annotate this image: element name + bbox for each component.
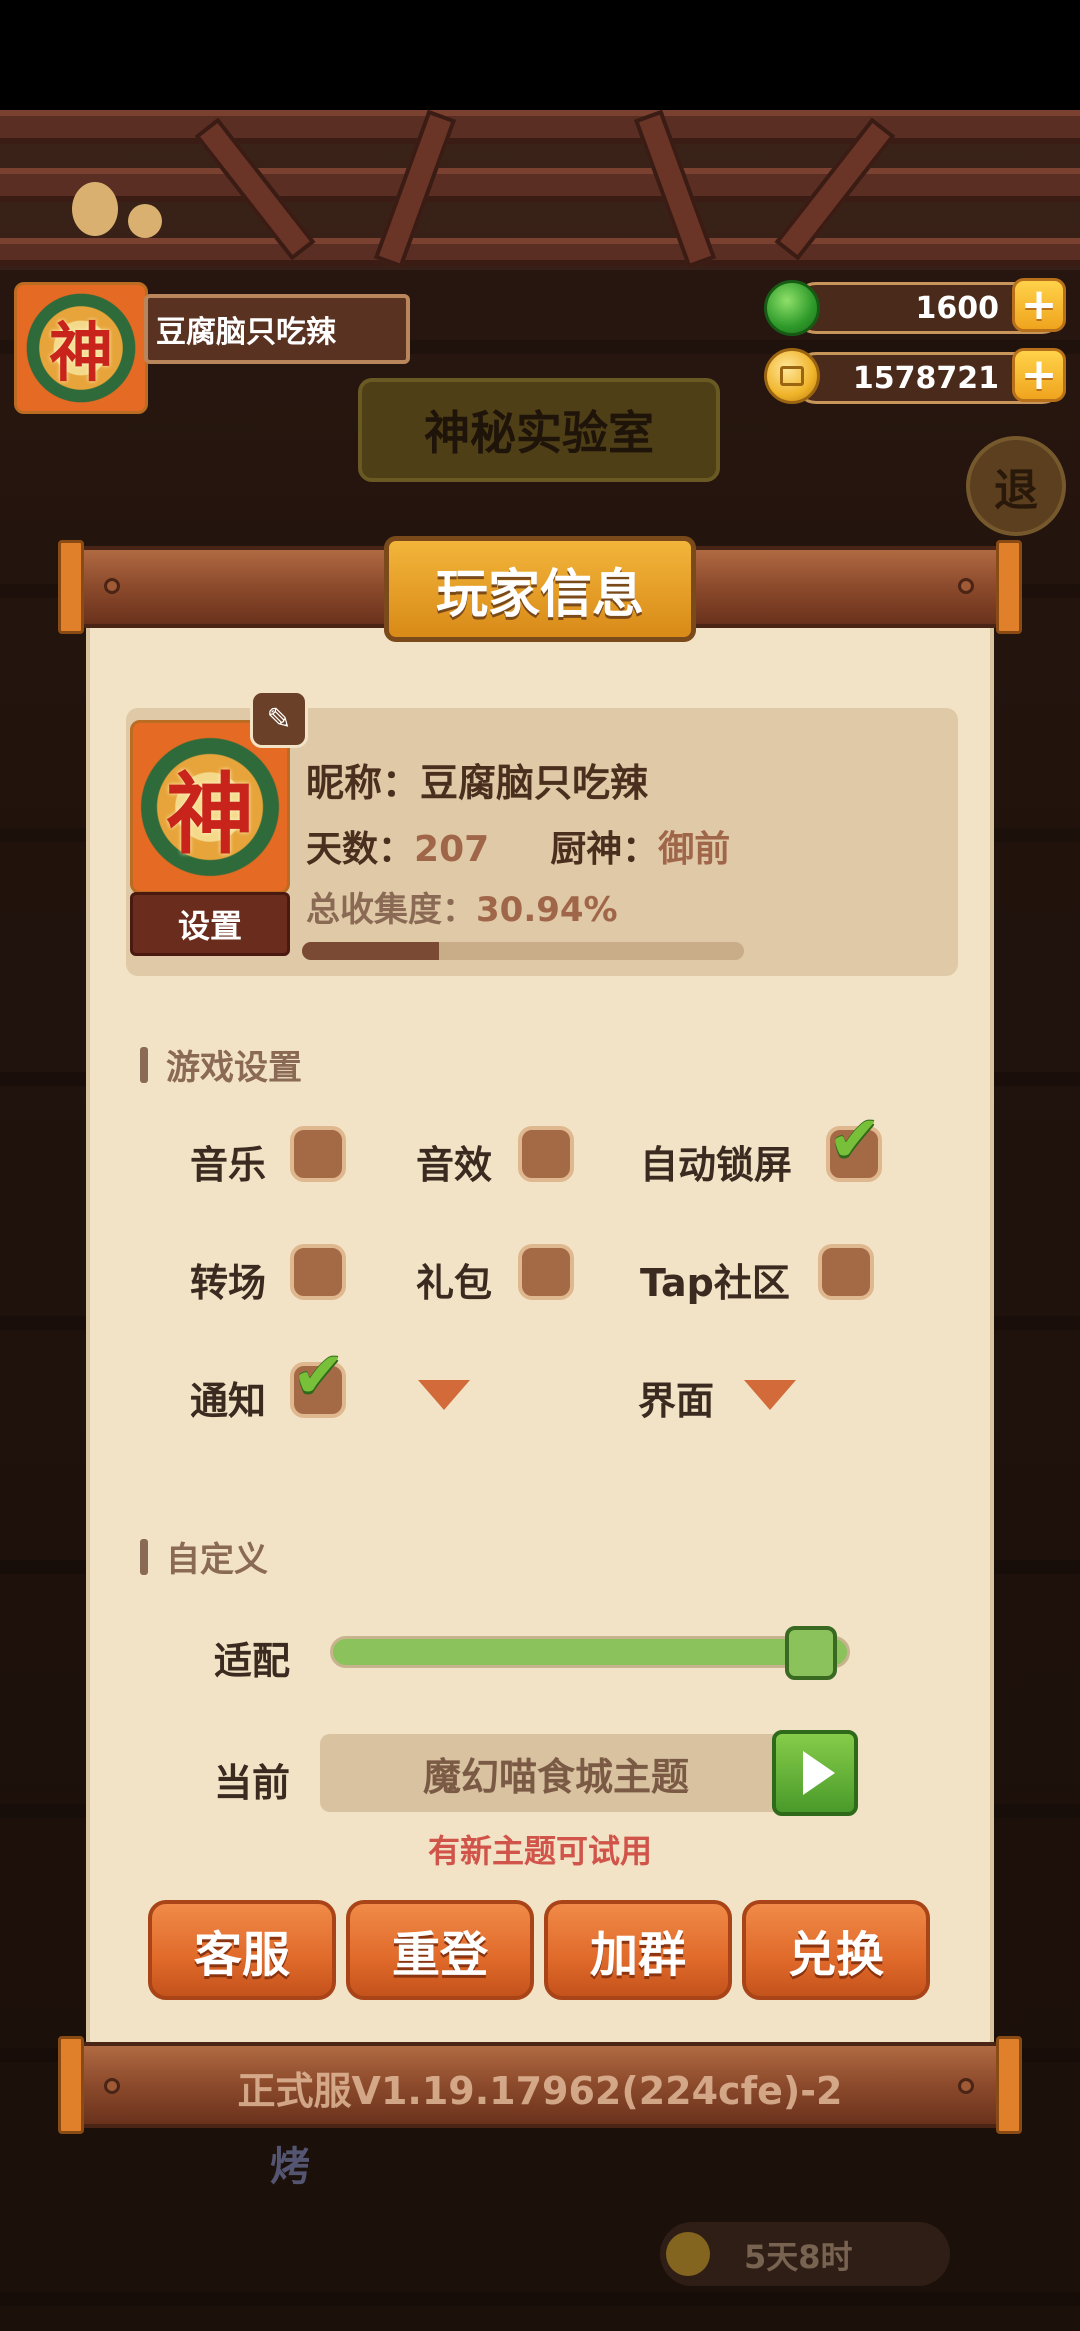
fit-slider[interactable] <box>330 1636 850 1668</box>
collection-progress <box>302 942 744 960</box>
join-group-label: 加群 <box>589 1927 686 1983</box>
current-theme-label: 当前 <box>214 1761 291 1805</box>
theme-name: 魔幻喵食城主题 <box>422 1754 689 1799</box>
status-bar-area <box>0 0 1080 110</box>
add-coin-button[interactable]: + <box>1012 348 1066 402</box>
option-label-gift: 礼包 <box>416 1261 493 1305</box>
profile-avatar-glyph: 神 <box>165 761 254 866</box>
redeem-label: 兑换 <box>787 1927 884 1983</box>
game-settings-header: 游戏设置 <box>140 1040 302 1089</box>
roof-beam <box>0 238 1080 266</box>
tap-community-checkbox[interactable] <box>818 1244 874 1300</box>
lab-title-sign: 神秘实验室 <box>358 378 720 482</box>
collection-progress-fill <box>302 942 439 960</box>
player-name-plate: 豆腐脑只吃辣 <box>144 294 410 364</box>
option-label-interface: 界面 <box>638 1379 715 1423</box>
collection-line: 总收集度：30.94% <box>306 882 618 931</box>
days-value: 207 <box>414 829 490 870</box>
redeem-button[interactable]: 兑换 <box>742 1900 930 2000</box>
new-theme-hint: 有新主题可试用 <box>427 1832 652 1870</box>
fit-label: 适配 <box>214 1639 291 1683</box>
days-line: 天数：207 厨神：御前 <box>306 820 730 872</box>
relogin-button[interactable]: 重登 <box>346 1900 534 2000</box>
option-label-notification: 通知 <box>190 1379 267 1423</box>
custom-header: 自定义 <box>140 1532 268 1581</box>
collection-value: 30.94% <box>476 890 618 930</box>
timer-icon <box>666 2232 710 2276</box>
avatar-settings-button[interactable]: 设置 <box>130 892 290 956</box>
dialog-title: 玩家信息 <box>435 564 644 625</box>
avatar-settings-label: 设置 <box>177 907 242 945</box>
transition-checkbox[interactable] <box>290 1244 346 1300</box>
lab-title: 神秘实验室 <box>424 406 654 460</box>
rod-cap <box>58 540 84 634</box>
option-label-tap-community: Tap社区 <box>640 1261 790 1305</box>
dialog-title-badge: 玩家信息 <box>384 536 696 642</box>
option-label-sfx: 音效 <box>416 1143 493 1187</box>
days-label: 天数： <box>306 829 415 870</box>
auto-lock-check-icon: ✔ <box>828 1103 882 1177</box>
music-checkbox[interactable] <box>290 1126 346 1182</box>
rod-cap <box>996 2036 1022 2134</box>
option-label-auto-lock: 自动锁屏 <box>640 1143 793 1187</box>
chick-decoration <box>128 204 162 238</box>
add-jade-button[interactable]: + <box>1012 278 1066 332</box>
join-group-button[interactable]: 加群 <box>544 1900 732 2000</box>
rod-bolt <box>104 578 120 594</box>
timer-text: 5天8时 <box>744 2238 853 2276</box>
sfx-checkbox[interactable] <box>518 1126 574 1182</box>
support-label: 客服 <box>193 1927 290 1983</box>
interface-dropdown-arrow[interactable] <box>744 1380 796 1410</box>
language-dropdown-arrow[interactable] <box>418 1380 470 1410</box>
avatar-glyph: 神 <box>49 316 113 391</box>
notification-check-icon: ✔ <box>292 1339 346 1413</box>
chef-label: 厨神： <box>550 829 659 870</box>
coin-amount: 1578721 <box>852 360 999 396</box>
game-settings-title: 游戏设置 <box>166 1048 302 1088</box>
collection-label: 总收集度： <box>306 890 476 930</box>
jade-amount: 1600 <box>915 290 1000 326</box>
version-label: 正式服V1.19.17962(224cfe)-2 <box>237 2069 843 2113</box>
chick-decoration <box>72 182 118 236</box>
relogin-label: 重登 <box>391 1927 488 1983</box>
rod-cap <box>58 2036 84 2134</box>
roof-beam <box>0 168 1080 202</box>
nickname-value: 豆腐脑只吃辣 <box>420 761 649 805</box>
gift-checkbox[interactable] <box>518 1244 574 1300</box>
custom-title: 自定义 <box>166 1540 268 1580</box>
roof-beam <box>0 110 1080 144</box>
exit-glyph: 退 <box>994 465 1038 516</box>
edit-name-button[interactable]: ✎ <box>250 690 308 748</box>
player-avatar[interactable]: 神 <box>14 282 148 414</box>
nickname-label: 昵称： <box>306 761 421 805</box>
support-button[interactable]: 客服 <box>148 1900 336 2000</box>
chef-value: 御前 <box>658 829 731 870</box>
grill-badge: 烤 <box>270 2144 310 2190</box>
option-label-music: 音乐 <box>190 1143 267 1187</box>
rod-bolt <box>958 578 974 594</box>
rod-cap <box>996 540 1022 634</box>
theme-field[interactable]: 魔幻喵食城主题 <box>320 1734 792 1812</box>
jade-icon <box>764 280 820 336</box>
option-label-transition: 转场 <box>190 1261 267 1305</box>
exit-button[interactable]: 退 <box>966 436 1066 536</box>
edit-icon: ✎ <box>266 701 292 737</box>
nickname-line: 昵称：豆腐脑只吃辣 <box>306 752 648 807</box>
fit-slider-handle[interactable] <box>784 1626 837 1680</box>
coin-icon <box>764 348 820 404</box>
theme-play-button[interactable] <box>772 1730 858 1816</box>
player-name: 豆腐脑只吃辣 <box>156 315 336 350</box>
